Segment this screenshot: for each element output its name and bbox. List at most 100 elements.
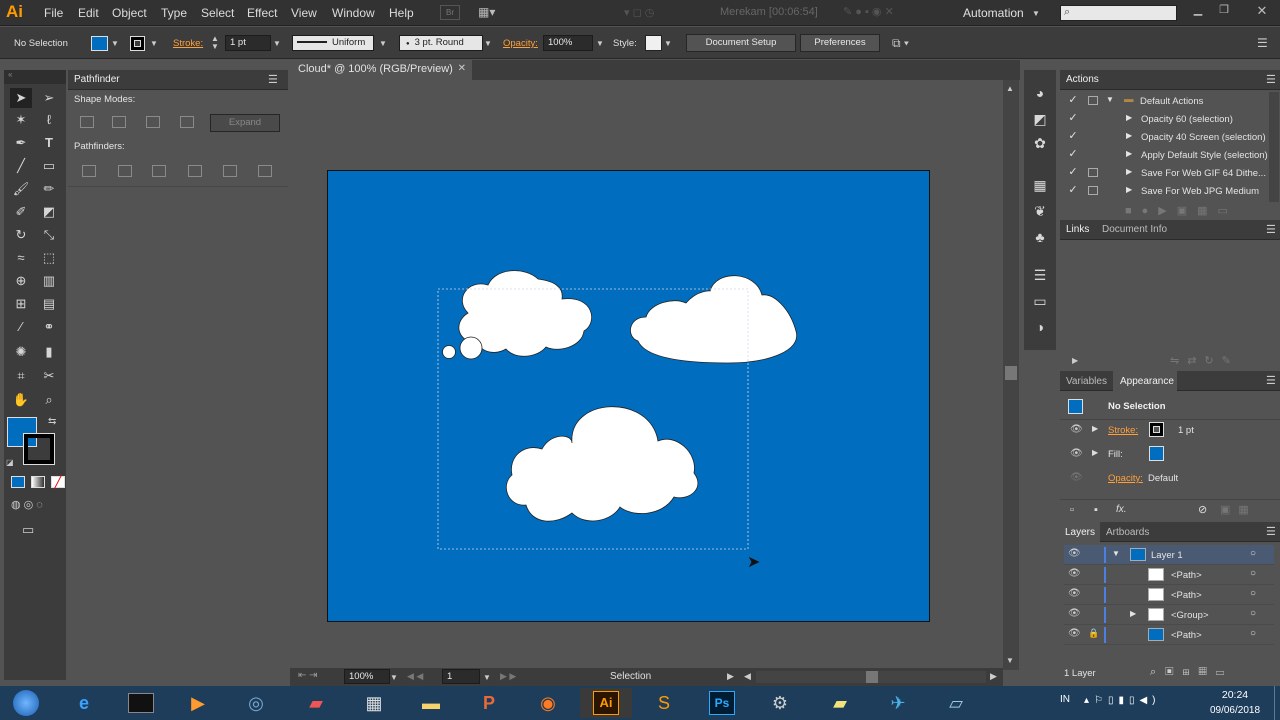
horizontal-scroll-thumb[interactable] (866, 671, 878, 683)
transparency-panel-icon[interactable]: ◑ (1024, 316, 1056, 338)
scroll-left-icon[interactable]: ◀ (744, 671, 751, 682)
sublime-text-icon[interactable]: S (638, 688, 690, 718)
expand-icon[interactable]: ▶ (1126, 167, 1132, 176)
graphic-style-swatch[interactable] (645, 35, 662, 51)
dialog-toggle-icon[interactable] (1088, 186, 1098, 195)
close-button[interactable]: ✕ (1252, 3, 1272, 21)
artboard-chevron-icon[interactable]: ▼ (483, 673, 491, 682)
menu-help[interactable]: Help (389, 6, 414, 20)
stroke-stepper-icon[interactable]: ▲ ▼ (211, 35, 219, 51)
action-apply-default-style[interactable]: ✓ ▶ Apply Default Style (selection) (1064, 147, 1274, 165)
variables-tab[interactable]: Variables (1066, 376, 1107, 387)
symbol-sprayer-tool-icon[interactable]: ✺ (10, 342, 32, 362)
brush-definition[interactable]: ● 3 pt. Round (399, 35, 483, 51)
artboard-number-field[interactable]: 1 (442, 669, 480, 684)
collapse-layer-icon[interactable]: ▼ (1112, 549, 1120, 558)
layer-row-path-3[interactable]: 👁 🔒 <Path> ○ (1064, 625, 1274, 645)
minimize-button[interactable]: ▁ (1188, 3, 1208, 21)
action-opacity-40[interactable]: ✓ ▶ Opacity 40 Screen (selection) (1064, 129, 1274, 147)
duplicate-delete-icons[interactable]: ▣▦ (1220, 503, 1257, 516)
check-icon[interactable]: ✓ (1066, 183, 1080, 199)
stroke-panel-icon[interactable]: ☰ (1024, 264, 1056, 286)
color-guide-icon[interactable]: ◩ (1024, 108, 1056, 130)
action-opacity-60[interactable]: ✓ ▶ Opacity 60 (selection) (1064, 111, 1274, 129)
appearance-menu-icon[interactable]: ☰ (1266, 374, 1276, 387)
action-save-gif[interactable]: ✓ ▶ Save For Web GIF 64 Dithe... (1064, 165, 1274, 183)
vertical-scrollbar[interactable]: ▲ ▼ (1003, 80, 1019, 670)
swatches-icon[interactable]: ▦ (1024, 174, 1056, 196)
expand-icon[interactable]: ▶ (1126, 185, 1132, 194)
layer-row-group[interactable]: 👁 ▶ <Group> ○ (1064, 605, 1274, 625)
scroll-down-icon[interactable]: ▼ (1006, 656, 1014, 665)
merge-icon[interactable] (152, 165, 166, 177)
expand-fill-icon[interactable]: ▶ (1092, 448, 1098, 457)
add-stroke-icon[interactable]: ▫ (1070, 504, 1074, 516)
visibility-eye-icon[interactable]: 👁 (1068, 588, 1081, 599)
dialog-toggle-icon[interactable] (1088, 168, 1098, 177)
calculator-icon[interactable]: ▦ (348, 688, 400, 718)
menu-select[interactable]: Select (201, 6, 234, 20)
outline-icon[interactable] (223, 165, 237, 177)
opacity-field[interactable]: 100% (543, 35, 593, 51)
shape-builder-tool-icon[interactable]: ⊕ (10, 271, 32, 291)
scroll-right-icon[interactable]: ▶ (990, 671, 997, 682)
layer-row-path-1[interactable]: 👁 <Path> ○ (1064, 565, 1274, 585)
book-app-icon[interactable]: ▰ (290, 688, 342, 718)
gradient-panel-icon[interactable]: ▭ (1024, 290, 1056, 312)
appearance-opacity-label[interactable]: Opacity: (1108, 473, 1143, 484)
direct-selection-tool-icon[interactable]: ➢ (38, 88, 60, 108)
selection-tool-icon[interactable]: ➤ (10, 88, 32, 108)
stroke-swatch[interactable] (130, 36, 145, 51)
opacity-chevron-icon[interactable]: ▼ (596, 39, 604, 48)
command-prompt-icon[interactable] (115, 688, 167, 718)
column-graph-tool-icon[interactable]: ▮ (38, 342, 60, 362)
zoom-field[interactable]: 100% (344, 669, 390, 684)
workspace-switcher[interactable]: Automation (963, 6, 1024, 20)
style-chevron-icon[interactable]: ▼ (664, 39, 672, 48)
draw-modes-icon[interactable]: ◍ ◎ ◌ (11, 498, 43, 511)
file-explorer-icon[interactable]: ▬ (405, 688, 457, 718)
expand-stroke-icon[interactable]: ▶ (1092, 424, 1098, 433)
clock-date[interactable]: 09/06/2018 (1204, 705, 1266, 716)
menu-edit[interactable]: Edit (78, 6, 99, 20)
target-icon[interactable]: ○ (1250, 548, 1256, 559)
symbols-icon[interactable]: ♣ (1024, 226, 1056, 248)
expand-button[interactable]: Expand (210, 114, 280, 132)
appearance-fill-swatch[interactable] (1149, 446, 1164, 461)
target-icon[interactable]: ○ (1250, 608, 1256, 619)
rotate-tool-icon[interactable]: ↻ (10, 225, 32, 245)
actions-toolbar-icons[interactable]: ■●▶▣▦▭ (1125, 204, 1238, 217)
artboards-tab[interactable]: Artboards (1106, 527, 1149, 538)
bridge-icon[interactable]: Br (440, 5, 460, 20)
appearance-tab[interactable]: Appearance (1120, 376, 1174, 387)
stroke-label[interactable]: Stroke: (173, 38, 203, 49)
add-fill-icon[interactable]: ▪ (1094, 504, 1098, 516)
links-toolbar-icons[interactable]: ⇋⇄↻✎ (1170, 354, 1239, 367)
search-input[interactable]: ⌕ (1060, 5, 1177, 21)
links-tab[interactable]: Links (1066, 224, 1089, 235)
color-mode-icon[interactable] (11, 476, 25, 488)
menu-object[interactable]: Object (112, 6, 147, 20)
free-transform-tool-icon[interactable]: ⬚ (38, 248, 60, 268)
tools-collapse-icon[interactable]: « (4, 70, 66, 84)
next-artboard-icon[interactable]: ▶ ▶ (500, 671, 516, 682)
unite-icon[interactable] (80, 116, 94, 128)
arrange-documents-icon[interactable]: ▦▾ (478, 5, 504, 20)
pathfinder-menu-icon[interactable]: ☰ (268, 73, 278, 86)
pencil-tool-icon[interactable]: ✏ (38, 179, 60, 199)
expand-group-icon[interactable]: ▶ (1130, 609, 1136, 618)
artboard-tool-icon[interactable]: ⌗ (10, 366, 32, 386)
dialog-toggle-icon[interactable] (1088, 96, 1098, 105)
visibility-eye-icon[interactable]: 👁 (1070, 472, 1083, 483)
status-menu-icon[interactable]: ▶ (727, 671, 734, 682)
check-icon[interactable]: ✓ (1066, 93, 1080, 109)
crop-icon[interactable] (188, 165, 202, 177)
add-effect-button[interactable]: fx. (1116, 504, 1127, 515)
maximize-button[interactable]: ❐ (1214, 3, 1234, 21)
rectangle-tool-icon[interactable]: ▭ (38, 156, 60, 176)
check-icon[interactable]: ✓ (1066, 111, 1080, 127)
profile-chevron-icon[interactable]: ▼ (379, 39, 387, 48)
hand-tool-icon[interactable]: ✋ (10, 390, 32, 410)
menu-window[interactable]: Window (332, 6, 375, 20)
divide-icon[interactable] (82, 165, 96, 177)
